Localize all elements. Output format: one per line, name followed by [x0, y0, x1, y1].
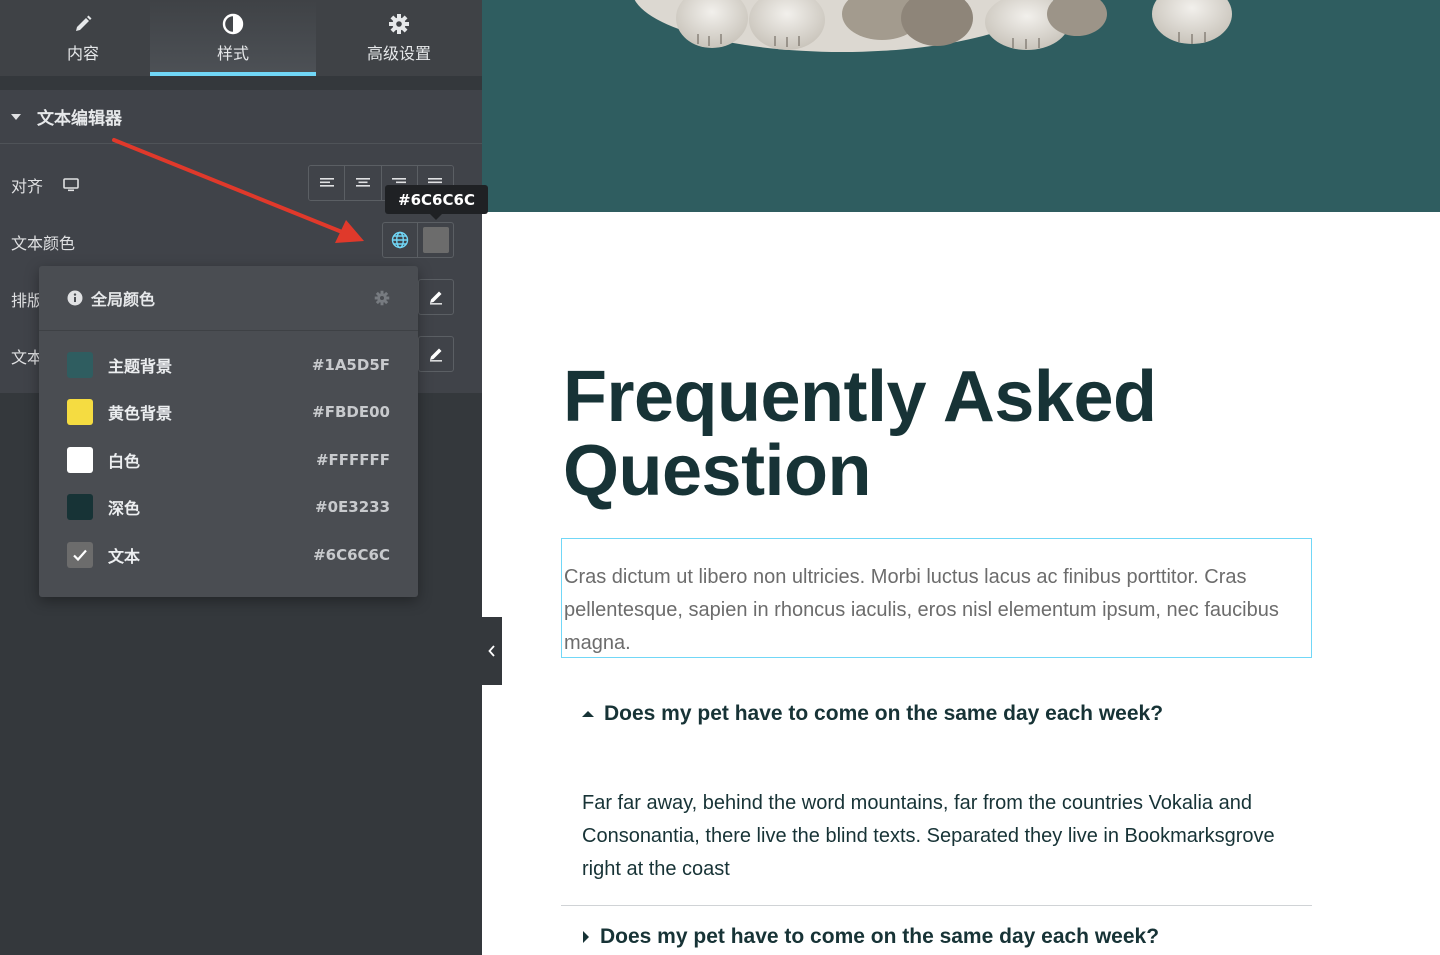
color-chip — [67, 541, 93, 568]
section-header[interactable]: 文本编辑器 — [0, 90, 482, 144]
faq-heading: Frequently Asked Question — [563, 357, 1157, 511]
popover-header: 全局颜色 — [39, 266, 418, 331]
color-hex: #0E3233 — [315, 498, 390, 517]
tab-content[interactable]: 内容 — [0, 0, 166, 76]
panel-collapse-button[interactable] — [482, 617, 502, 685]
popover-title: 全局颜色 — [91, 290, 156, 309]
align-center-button[interactable] — [345, 166, 382, 200]
color-tooltip: #6C6C6C — [385, 185, 488, 220]
tab-advanced[interactable]: 高级设置 — [316, 0, 482, 76]
gear-icon[interactable] — [374, 290, 390, 306]
global-colors-popover: 全局颜色 主题背景 #1A5D5F 黄色背景 #FBDE00 白色 #FFFFF… — [39, 266, 418, 597]
tab-label: 高级设置 — [366, 43, 431, 63]
align-left-button[interactable] — [309, 166, 346, 200]
color-name: 黄色背景 — [108, 404, 173, 424]
color-swatch-button[interactable] — [418, 223, 453, 257]
tab-label: 内容 — [66, 43, 99, 63]
align-row-label: 对齐 — [11, 173, 79, 197]
faq-answer: Far far away, behind the word mountains,… — [582, 792, 1275, 880]
color-chip — [67, 494, 93, 521]
chevron-left-icon — [488, 645, 495, 657]
color-chip — [67, 399, 93, 426]
faq-question-text: Does my pet have to come on the same day… — [604, 702, 1164, 725]
color-hex: #FBDE00 — [312, 403, 390, 422]
pencil-icon — [73, 13, 93, 35]
caret-right-icon — [582, 931, 590, 943]
editor-panel: 内容 样式 高级设置 文本编辑器 对齐 文本颜色 #6C6C6C 排版 文本 全… — [0, 0, 488, 955]
color-chip — [67, 446, 93, 473]
section-title: 文本编辑器 — [37, 109, 122, 129]
color-hex: #1A5D5F — [311, 355, 390, 374]
align-left-icon — [319, 178, 334, 187]
faq-divider — [561, 905, 1312, 906]
hero-image — [482, 0, 1440, 212]
color-name: 白色 — [108, 451, 141, 471]
color-list: 主题背景 #1A5D5F 黄色背景 #FBDE00 白色 #FFFFFF 深色 … — [39, 331, 418, 579]
tab-style[interactable]: 样式 — [150, 0, 316, 76]
current-color-swatch — [422, 227, 449, 253]
align-center-icon — [355, 178, 370, 187]
intro-text-editor[interactable]: Cras dictum ut libero non ultricies. Mor… — [561, 538, 1312, 658]
faq-question-collapsed[interactable]: Does my pet have to come on the same day… — [582, 925, 1312, 949]
tab-label: 样式 — [216, 43, 249, 63]
color-item[interactable]: 白色 #FFFFFF — [39, 436, 418, 484]
color-name: 主题背景 — [108, 356, 173, 376]
pets-photo — [634, 0, 1232, 52]
color-name: 深色 — [108, 499, 141, 519]
color-item[interactable]: 黄色背景 #FBDE00 — [39, 389, 418, 437]
caret-up-icon — [582, 710, 594, 718]
desktop-icon[interactable] — [63, 178, 79, 192]
align-label: 对齐 — [11, 177, 44, 196]
color-item-selected[interactable]: 文本 #6C6C6C — [39, 531, 418, 579]
text-shadow-edit-button[interactable] — [418, 336, 454, 372]
color-chip — [67, 351, 93, 378]
faq-question-text: Does my pet have to come on the same day… — [600, 925, 1160, 948]
pencil-icon — [430, 348, 442, 362]
color-item[interactable]: 主题背景 #1A5D5F — [39, 341, 418, 389]
check-icon — [73, 549, 87, 561]
info-icon — [67, 290, 83, 306]
gear-icon — [388, 13, 410, 35]
text-color-label: 文本颜色 — [11, 234, 76, 253]
pencil-icon — [430, 291, 442, 305]
globe-icon — [391, 231, 409, 249]
page-preview: Frequently Asked Question Cras dictum ut… — [482, 0, 1440, 955]
text-color-control — [382, 222, 454, 258]
typography-edit-button[interactable] — [418, 279, 454, 315]
caret-down-icon — [11, 113, 21, 120]
global-colors-button[interactable] — [383, 223, 419, 257]
color-hex: #6C6C6C — [313, 545, 390, 564]
faq-question-expanded[interactable]: Does my pet have to come on the same day… — [582, 702, 1312, 726]
color-name: 文本 — [108, 546, 141, 566]
panel-tabs: 内容 样式 高级设置 — [0, 0, 482, 76]
contrast-icon — [222, 13, 244, 35]
editor-app: 内容 样式 高级设置 文本编辑器 对齐 文本颜色 #6C6C6C 排版 文本 全… — [0, 0, 1440, 955]
color-item[interactable]: 深色 #0E3233 — [39, 484, 418, 532]
color-hex: #FFFFFF — [315, 450, 390, 469]
